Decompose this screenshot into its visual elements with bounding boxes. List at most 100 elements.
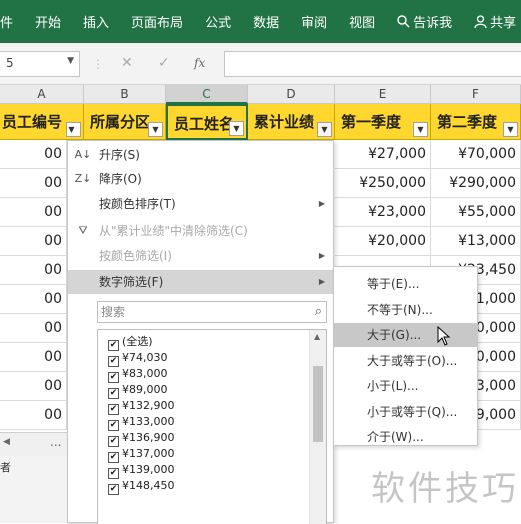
chevron-down-icon[interactable]: ▼ — [67, 56, 74, 66]
cell-q2[interactable]: ¥55,000 — [431, 198, 521, 227]
menu-item-label: 升序(S) — [99, 148, 140, 162]
cell-employee-id[interactable]: 00 — [0, 227, 67, 256]
tab-data[interactable]: 数据 — [242, 12, 290, 31]
cell-q2[interactable]: ¥290,000 — [431, 169, 521, 198]
filter-list-label: ¥139,000 — [122, 463, 175, 476]
header-cell-q2[interactable]: 第二季度 ▼ — [431, 104, 521, 140]
formula-bar-grip: ⋮ — [92, 57, 104, 71]
filter-list-label: ¥133,000 — [122, 415, 175, 428]
insert-function-icon[interactable]: fx — [194, 56, 205, 70]
submenu-item[interactable]: 小于或等于(Q)... — [334, 400, 477, 424]
menu-item-label: 按颜色筛选(I) — [99, 249, 172, 263]
status-bar: 者 — [0, 456, 67, 523]
filter-dropdown-icon[interactable]: ▼ — [503, 122, 518, 137]
submenu-item[interactable]: 介于(W)... — [334, 425, 477, 449]
filter-dropdown-icon[interactable]: ▼ — [66, 122, 81, 137]
search-icon — [397, 15, 410, 28]
cell-q2[interactable]: ¥13,000 — [431, 227, 521, 256]
filter-dropdown-icon[interactable]: ▼ — [229, 121, 244, 136]
cell-employee-id[interactable]: 00 — [0, 140, 67, 169]
filter-list-item[interactable]: ✔ ¥132,900 — [108, 398, 175, 415]
cell-employee-id[interactable]: 00 — [0, 198, 67, 227]
column-header-e[interactable]: E — [335, 85, 431, 104]
menu-item-label: 数字筛选(F) — [99, 275, 164, 289]
submenu-item[interactable]: 等于(E)... — [334, 272, 477, 296]
sort-ascending-icon: A↓ — [74, 148, 92, 161]
filter-dropdown-icon[interactable]: ▼ — [317, 122, 332, 137]
checkbox-icon[interactable]: ✔ — [108, 484, 119, 495]
tab-page-layout[interactable]: 页面布局 — [120, 12, 194, 31]
cell-employee-id[interactable]: 00 — [0, 256, 67, 285]
tell-me-search[interactable]: 告诉我 — [386, 12, 463, 31]
cell-employee-id[interactable]: 00 — [0, 343, 67, 372]
submenu-item[interactable]: 大于(G)... — [334, 323, 477, 347]
header-label: 第二季度 — [437, 113, 498, 131]
column-header-f[interactable]: F — [431, 85, 521, 104]
filter-list-item[interactable]: ✔ ¥136,900 — [108, 430, 175, 447]
column-header-a[interactable]: A — [0, 85, 84, 104]
filter-list-item[interactable]: ✔ ¥89,000 — [108, 382, 168, 399]
number-filters-item[interactable]: 数字筛选(F) ▶ — [68, 270, 333, 294]
share-button[interactable]: 共享 — [463, 12, 521, 31]
cell-q1[interactable]: ¥23,000 — [335, 198, 431, 227]
column-header-b[interactable]: B — [84, 85, 166, 104]
filter-list-item[interactable]: ✔ ¥148,450 — [108, 478, 175, 495]
header-cell-cumulative-performance[interactable]: 累计业绩 ▼ — [248, 104, 335, 140]
filter-list-item[interactable]: ✔ (全选) — [108, 334, 153, 351]
status-text: 者 — [0, 461, 11, 474]
filter-dropdown-icon[interactable]: ▼ — [148, 122, 163, 137]
filter-by-color-item[interactable]: 按颜色筛选(I) ▶ — [68, 244, 333, 268]
filter-list-item[interactable]: ✔ ¥139,000 — [108, 462, 175, 479]
submenu-item[interactable]: 大于或等于(O)... — [334, 349, 477, 373]
list-scrollbar[interactable]: ▲ — [309, 330, 326, 524]
sort-by-color-item[interactable]: 按颜色排序(T) ▶ — [68, 192, 333, 216]
filter-list-item[interactable]: ✔ ¥133,000 — [108, 414, 175, 431]
more-sheets-icon[interactable]: ... — [50, 435, 61, 449]
tab-review[interactable]: 审阅 — [290, 12, 338, 31]
scroll-up-icon[interactable]: ▲ — [314, 332, 320, 341]
filter-search-input[interactable]: 搜索 ⌕ — [97, 301, 327, 323]
tab-home[interactable]: 开始 — [24, 12, 72, 31]
header-cell-q1[interactable]: 第一季度 ▼ — [335, 104, 431, 140]
sheet-tab-bar: ◀ ... — [0, 432, 67, 456]
header-cell-region[interactable]: 所属分区 ▼ — [84, 104, 166, 140]
cell-employee-id[interactable]: 00 — [0, 314, 67, 343]
submenu-item[interactable]: 不等于(N)... — [334, 298, 477, 322]
cell-employee-id[interactable]: 00 — [0, 372, 67, 401]
tab-insert[interactable]: 插入 — [72, 12, 120, 31]
filter-list-item[interactable]: ✔ ¥83,000 — [108, 366, 168, 383]
column-header-c[interactable]: C — [166, 85, 248, 104]
sort-ascending-item[interactable]: A↓ 升序(S) — [68, 143, 333, 167]
prev-sheet-icon[interactable]: ◀ — [3, 437, 10, 447]
scrollbar-thumb[interactable] — [313, 366, 323, 442]
sort-descending-item[interactable]: Z↓ 降序(O) — [68, 167, 333, 191]
cell-q1[interactable]: ¥250,000 — [335, 169, 431, 198]
filter-list-item[interactable]: ✔ ¥74,030 — [108, 350, 168, 367]
enter-icon[interactable]: ✓ — [158, 55, 170, 71]
name-box[interactable]: 5 ▼ — [0, 51, 80, 77]
header-label: 所属分区 — [90, 113, 151, 131]
submenu-item[interactable]: 小于(L)... — [334, 374, 477, 398]
header-label: 第一季度 — [341, 113, 402, 131]
user-icon — [474, 15, 487, 28]
cell-q2[interactable]: ¥70,000 — [431, 140, 521, 169]
cell-q1[interactable]: ¥27,000 — [335, 140, 431, 169]
cell-employee-id[interactable]: 00 — [0, 285, 67, 314]
filter-dropdown-icon[interactable]: ▼ — [413, 122, 428, 137]
cell-employee-id[interactable]: 00 — [0, 169, 67, 198]
header-cell-employee-id[interactable]: 员工编号 ▼ — [0, 104, 84, 140]
clear-filter-item[interactable]: ⛛ 从"累计业绩"中清除筛选(C) — [68, 219, 333, 243]
filter-list-label: ¥89,000 — [122, 383, 168, 396]
filter-list-label: ¥83,000 — [122, 367, 168, 380]
filter-list-item[interactable]: ✔ ¥137,000 — [108, 446, 175, 463]
cancel-icon[interactable]: ✕ — [121, 55, 133, 71]
column-header-d[interactable]: D — [248, 85, 335, 104]
header-label: 累计业绩 — [254, 113, 315, 131]
formula-input[interactable] — [224, 51, 521, 77]
cell-q1[interactable]: ¥20,000 — [335, 227, 431, 256]
tab-view[interactable]: 视图 — [338, 12, 386, 31]
header-cell-employee-name[interactable]: 员工姓名 ▼ — [166, 104, 248, 140]
tab-formulas[interactable]: 公式 — [194, 12, 242, 31]
cell-employee-id[interactable]: 00 — [0, 401, 67, 430]
tab-file[interactable]: 件 — [0, 12, 24, 31]
